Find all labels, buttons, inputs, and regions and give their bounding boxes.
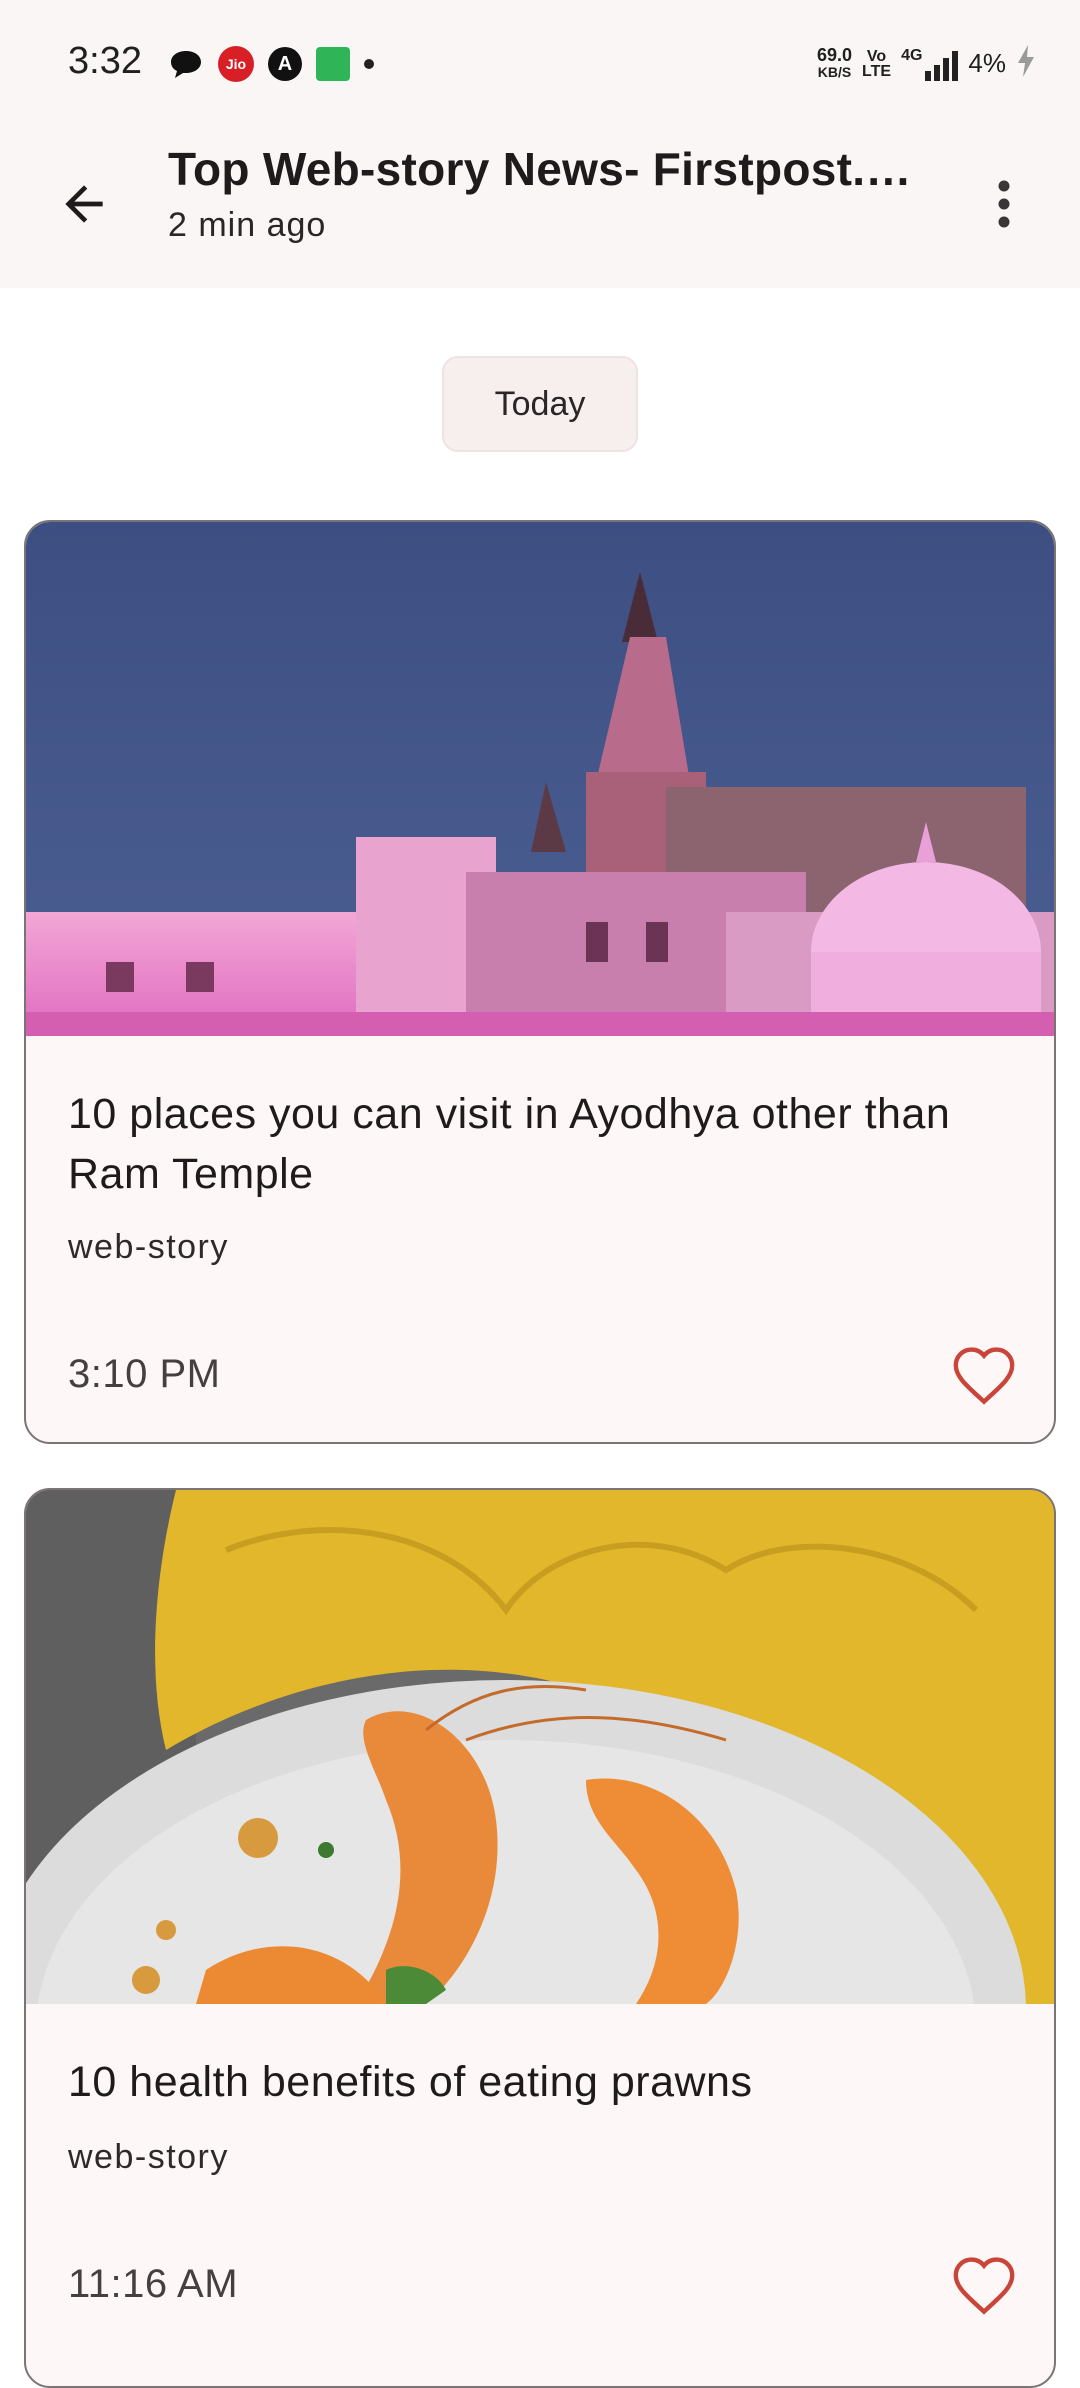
arrow-left-icon — [65, 185, 103, 223]
signal-icon: 4G — [901, 46, 959, 81]
article-category: web-story — [68, 1228, 229, 1266]
favorite-button[interactable] — [944, 2244, 1024, 2324]
page-subtitle: 2 min ago — [168, 206, 327, 244]
app-bar: Top Web-story News- Firstpost.… 2 min ag… — [0, 128, 1080, 288]
network-type: 4G — [901, 46, 923, 64]
volte-top: Vo — [866, 47, 887, 65]
battery-percent: 4% — [968, 48, 1006, 78]
article-title: 10 places you can visit in Ayodhya other… — [68, 1090, 951, 1198]
status-bar: 3:32 Jio A 69.0 KB/S Vo LTE 4G 4% — [0, 0, 1080, 128]
article-time: 11:16 AM — [68, 2262, 239, 2306]
more-vert-icon — [998, 180, 1010, 228]
net-speed: 69.0 KB/S — [817, 44, 853, 81]
article-card[interactable]: 10 places you can visit in Ayodhya other… — [24, 520, 1056, 1444]
prawns-plate-photo — [26, 1490, 1054, 2004]
article-category: web-story — [68, 2138, 229, 2176]
jio-icon: Jio — [218, 46, 254, 82]
net-speed-value: 69.0 — [817, 44, 853, 65]
heart-outline-icon — [953, 1347, 1015, 1405]
more-options-button[interactable] — [964, 164, 1044, 244]
net-speed-unit: KB/S — [817, 63, 852, 80]
article-card[interactable]: 10 health benefits of eating prawns web-… — [24, 1488, 1056, 2388]
back-button[interactable] — [44, 164, 124, 244]
notification-icons: Jio A — [168, 46, 374, 82]
article-title: 10 health benefits of eating prawns — [68, 2058, 753, 2106]
a-circle-icon: A — [268, 47, 302, 81]
green-app-icon — [316, 47, 350, 81]
favorite-button[interactable] — [944, 1334, 1024, 1414]
charging-icon — [1016, 44, 1036, 83]
status-time: 3:32 — [68, 40, 142, 82]
heart-outline-icon — [953, 2257, 1015, 2315]
dot-icon — [364, 59, 374, 69]
article-time: 3:10 PM — [68, 1352, 221, 1396]
volte-bottom: LTE — [862, 62, 892, 80]
page-title: Top Web-story News- Firstpost.… — [168, 143, 912, 195]
chat-bubble-icon — [168, 46, 204, 82]
date-separator-chip: Today — [442, 356, 638, 452]
system-status: 69.0 KB/S Vo LTE 4G 4% — [817, 44, 1036, 83]
volte-indicator: Vo LTE — [862, 47, 892, 80]
ayodhya-temple-photo — [26, 522, 1054, 1036]
